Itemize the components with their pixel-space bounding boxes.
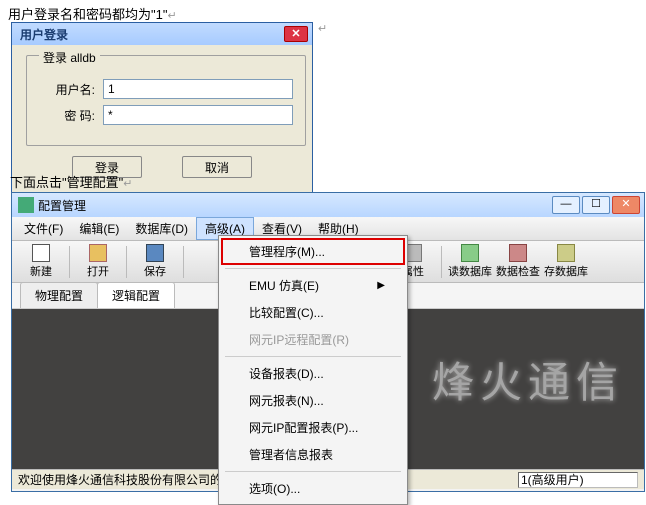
login-title-text: 用户登录 xyxy=(20,26,68,43)
toolbar-save[interactable]: 保存 xyxy=(132,243,178,281)
password-label: 密 码: xyxy=(39,107,95,124)
close-icon[interactable]: ✕ xyxy=(284,26,308,42)
new-icon xyxy=(32,244,50,262)
readdb-icon xyxy=(461,244,479,262)
tab-logical[interactable]: 逻辑配置 xyxy=(97,282,175,308)
watermark-text: 烽火通信 xyxy=(432,349,624,410)
advanced-dropdown: 管理程序(M)... EMU 仿真(E)▶ 比较配置(C)... 网元IP远程配… xyxy=(218,235,408,505)
check-icon xyxy=(509,244,527,262)
dropdown-ipreport[interactable]: 网元IP配置报表(P)... xyxy=(221,414,405,441)
toolbar-readdb[interactable]: 读数据库 xyxy=(447,243,493,281)
minimize-button[interactable]: — xyxy=(552,196,580,214)
username-label: 用户名: xyxy=(39,81,95,98)
fieldset-legend: 登录 alldb xyxy=(39,49,100,66)
dropdown-emu[interactable]: EMU 仿真(E)▶ xyxy=(221,272,405,299)
maximize-button[interactable]: ☐ xyxy=(582,196,610,214)
toolbar-new[interactable]: 新建 xyxy=(18,243,64,281)
dropdown-remote: 网元IP远程配置(R) xyxy=(221,326,405,353)
app-icon xyxy=(18,197,34,213)
password-input[interactable] xyxy=(103,105,293,125)
dropdown-compare[interactable]: 比较配置(C)... xyxy=(221,299,405,326)
dropdown-devreport[interactable]: 设备报表(D)... xyxy=(221,360,405,387)
toolbar-open[interactable]: 打开 xyxy=(75,243,121,281)
toolbar-savedb[interactable]: 存数据库 xyxy=(543,243,589,281)
login-fieldset: 登录 alldb 用户名: 密 码: xyxy=(26,55,306,146)
open-icon xyxy=(89,244,107,262)
chevron-right-icon: ▶ xyxy=(377,280,385,291)
instruction-text-2: 下面点击"管理配置"↵ xyxy=(10,172,132,191)
login-dialog: 用户登录 ✕ 登录 alldb 用户名: 密 码: 登录 取消 xyxy=(11,22,313,193)
status-user: 1(高级用户) xyxy=(518,472,638,488)
menu-edit[interactable]: 编辑(E) xyxy=(71,217,127,240)
dropdown-nereport[interactable]: 网元报表(N)... xyxy=(221,387,405,414)
dropdown-manage-program[interactable]: 管理程序(M)... xyxy=(221,238,405,265)
cancel-button[interactable]: 取消 xyxy=(182,156,252,178)
menu-db[interactable]: 数据库(D) xyxy=(127,217,196,240)
save-icon xyxy=(146,244,164,262)
tab-physical[interactable]: 物理配置 xyxy=(20,282,98,308)
close-button[interactable]: ✕ xyxy=(612,196,640,214)
username-input[interactable] xyxy=(103,79,293,99)
status-left-text: 欢迎使用烽火通信科技股份有限公司的产品 xyxy=(18,471,246,488)
config-window: 配置管理 — ☐ ✕ 文件(F) 编辑(E) 数据库(D) 高级(A) 查看(V… xyxy=(11,192,645,492)
login-titlebar: 用户登录 ✕ xyxy=(12,23,312,45)
config-titlebar: 配置管理 — ☐ ✕ xyxy=(12,193,644,217)
menu-file[interactable]: 文件(F) xyxy=(16,217,71,240)
config-title-text: 配置管理 xyxy=(38,197,86,214)
savedb-icon xyxy=(557,244,575,262)
toolbar-datacheck[interactable]: 数据检查 xyxy=(495,243,541,281)
dropdown-options[interactable]: 选项(O)... xyxy=(221,475,405,502)
dropdown-adminreport[interactable]: 管理者信息报表 xyxy=(221,441,405,468)
